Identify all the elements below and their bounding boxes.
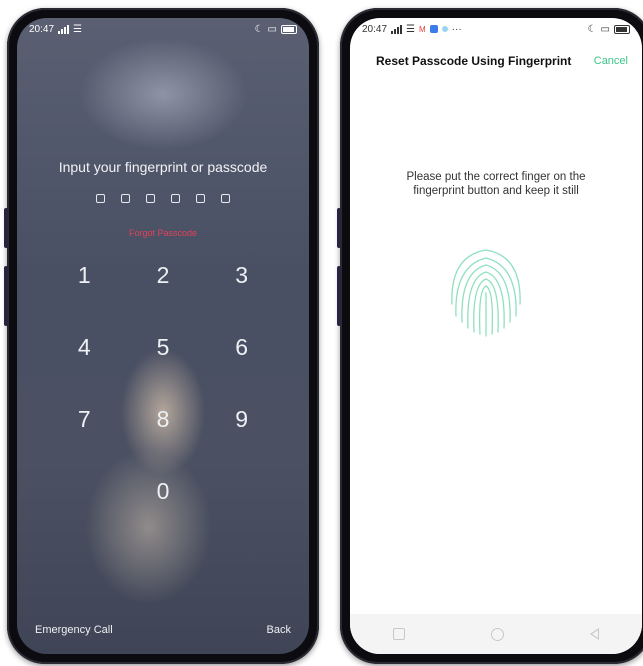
passcode-slot [96, 194, 105, 203]
key-1[interactable]: 1 [45, 258, 124, 292]
status-bar: 20:47 ☰ ☾ ▭ [17, 18, 309, 40]
message-icon [429, 25, 438, 33]
signal-icon [391, 24, 403, 34]
more-icon: ··· [451, 23, 462, 35]
passcode-dots [17, 194, 309, 203]
passcode-prompt: Input your fingerprint or passcode [58, 159, 268, 175]
vibrate-icon: ▭ [600, 23, 610, 35]
key-8[interactable]: 8 [124, 402, 203, 436]
volume-button [337, 208, 341, 248]
status-bar: 20:47 ☰ M ··· ☾ ▭ [350, 18, 642, 40]
key-7[interactable]: 7 [45, 402, 124, 436]
signal-icon [58, 24, 70, 34]
moon-icon: ☾ [254, 23, 264, 35]
key-0[interactable]: 0 [124, 474, 203, 508]
cancel-button[interactable]: Cancel [594, 55, 628, 67]
numeric-keypad: 1 2 3 4 5 6 7 8 9 0 [45, 258, 281, 508]
volume-button [4, 266, 8, 326]
key-6[interactable]: 6 [202, 330, 281, 364]
vibrate-icon: ▭ [267, 23, 277, 35]
notification-icon [441, 26, 448, 32]
lock-screen: 20:47 ☰ ☾ ▭ Input your fingerprint or pa… [17, 18, 309, 654]
back-button[interactable]: Back [267, 624, 291, 636]
wifi-icon: ☰ [406, 23, 415, 35]
back-nav-icon[interactable] [590, 628, 599, 640]
passcode-slot [121, 194, 130, 203]
page-title: Reset Passcode Using Fingerprint [376, 54, 572, 68]
passcode-slot [146, 194, 155, 203]
status-time: 20:47 [362, 23, 388, 35]
reset-header: Reset Passcode Using Fingerprint Cancel [350, 51, 642, 71]
volume-button [4, 208, 8, 248]
key-3[interactable]: 3 [202, 258, 281, 292]
navigation-bar [350, 614, 642, 654]
key-9[interactable]: 9 [202, 402, 281, 436]
passcode-slot [221, 194, 230, 203]
emergency-call-button[interactable]: Emergency Call [35, 624, 113, 636]
key-4[interactable]: 4 [45, 330, 124, 364]
reset-screen: 20:47 ☰ M ··· ☾ ▭ Reset Passcode Using F… [350, 18, 642, 654]
status-time: 20:47 [29, 23, 55, 35]
mail-icon: M [419, 24, 426, 34]
forgot-passcode-link[interactable]: Forgot Passcode [17, 228, 309, 238]
phone-reset-screen: 20:47 ☰ M ··· ☾ ▭ Reset Passcode Using F… [337, 8, 643, 664]
moon-icon: ☾ [587, 23, 597, 35]
battery-icon [614, 24, 630, 34]
passcode-slot [196, 194, 205, 203]
passcode-slot [171, 194, 180, 203]
battery-icon [281, 24, 297, 34]
home-icon[interactable] [491, 627, 504, 641]
fingerprint-instructions: Please put the correct finger on the fin… [406, 171, 586, 197]
key-2[interactable]: 2 [124, 258, 203, 292]
key-5[interactable]: 5 [124, 330, 203, 364]
volume-button [337, 266, 341, 326]
recents-icon[interactable] [393, 628, 405, 640]
fingerprint-icon [451, 249, 521, 337]
wifi-icon: ☰ [73, 23, 82, 35]
phone-lock-screen: 20:47 ☰ ☾ ▭ Input your fingerprint or pa… [4, 8, 319, 664]
